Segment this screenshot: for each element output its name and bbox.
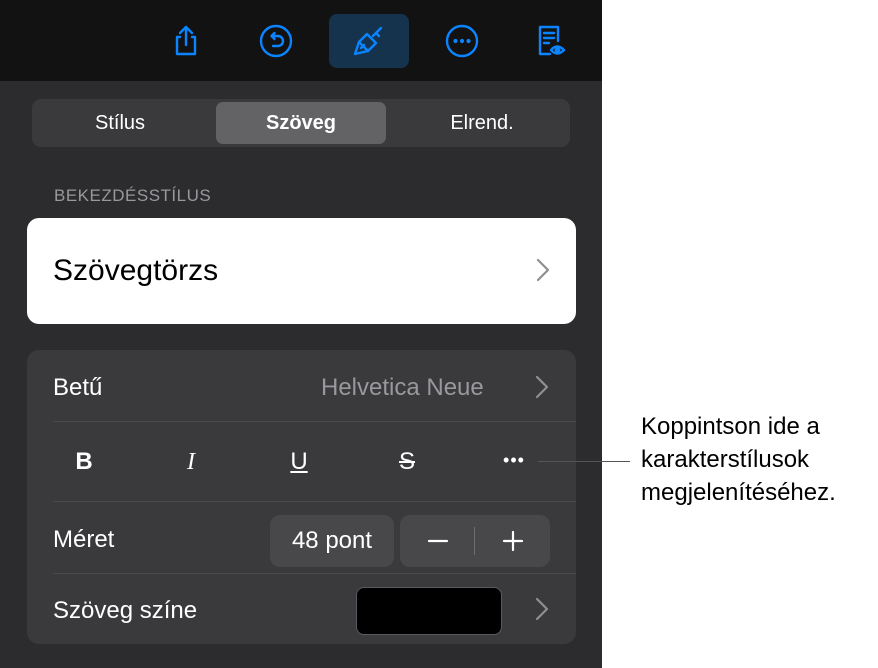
callout-line-1: Koppintson ide a — [641, 413, 820, 440]
paragraph-style-button[interactable]: Szövegtörzs — [27, 218, 576, 324]
size-stepper — [400, 515, 550, 567]
callout-line-3: megjelenítéséhez. — [641, 479, 836, 506]
callout-line-2: karakterstílusok — [641, 446, 810, 473]
format-button[interactable] — [329, 14, 409, 68]
text-color-label: Szöveg színe — [53, 597, 198, 624]
font-label: Betű — [53, 374, 103, 401]
size-row: Méret 48 pont — [27, 502, 576, 574]
top-toolbar — [0, 0, 602, 82]
font-row[interactable]: Betű Helvetica Neue — [27, 350, 576, 422]
text-color-swatch[interactable] — [356, 587, 502, 635]
tab-style[interactable]: Stílus — [35, 102, 205, 144]
size-label: Méret — [53, 526, 115, 553]
more-button[interactable] — [422, 14, 502, 68]
format-panel: Stílus Szöveg Elrend. BEKEZDÉSSTÍLUS Szö… — [0, 82, 602, 668]
undo-icon — [259, 24, 293, 58]
more-text-options-button[interactable]: ••• — [484, 440, 544, 480]
share-button[interactable] — [146, 14, 226, 68]
strikethrough-button[interactable]: S — [377, 442, 437, 482]
reader-view-icon — [538, 25, 566, 56]
format-tabs: Stílus Szöveg Elrend. — [32, 99, 570, 147]
text-color-row[interactable]: Szöveg színe — [27, 574, 576, 644]
more-icon — [445, 24, 479, 58]
character-format-row: B I U S ••• — [27, 422, 576, 502]
underline-button[interactable]: U — [269, 442, 329, 482]
bold-button[interactable]: B — [54, 442, 114, 482]
reader-view-button[interactable] — [510, 14, 590, 68]
size-value[interactable]: 48 pont — [270, 515, 394, 567]
increment-button[interactable] — [475, 515, 550, 567]
character-settings-group: Betű Helvetica Neue B I U S ••• Méret 48… — [27, 350, 576, 644]
paintbrush-icon — [353, 26, 383, 56]
paragraph-style-value: Szövegtörzs — [53, 254, 219, 287]
decrement-button[interactable] — [400, 515, 475, 567]
chevron-right-icon — [535, 597, 549, 621]
tab-text[interactable]: Szöveg — [216, 102, 386, 144]
italic-button[interactable]: I — [161, 442, 221, 482]
share-icon — [175, 25, 197, 56]
plus-icon — [502, 530, 523, 552]
chevron-right-icon — [535, 375, 549, 399]
callout-text: Koppintson ide a karakterstílusok megjel… — [641, 410, 878, 509]
paragraph-style-section-label: BEKEZDÉSSTÍLUS — [54, 186, 212, 205]
callout-leader-line — [538, 461, 630, 462]
device-screen: Stílus Szöveg Elrend. BEKEZDÉSSTÍLUS Szö… — [0, 0, 602, 668]
undo-button[interactable] — [236, 14, 316, 68]
minus-icon — [427, 539, 448, 543]
tab-arrange[interactable]: Elrend. — [397, 102, 567, 144]
chevron-right-icon — [536, 258, 550, 282]
font-value: Helvetica Neue — [321, 374, 484, 401]
